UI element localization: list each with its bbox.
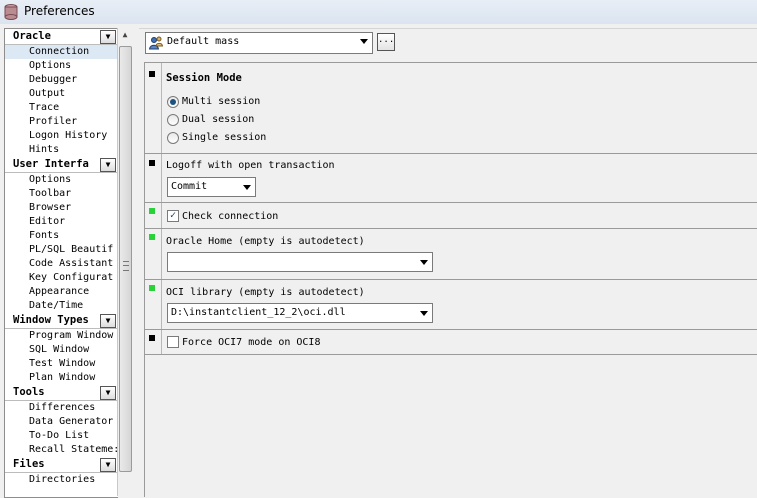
tree-group-files[interactable]: Files ▼ — [5, 457, 118, 473]
default-marker — [149, 335, 155, 341]
tree-item-plsql-beautifier[interactable]: PL/SQL Beautif — [5, 243, 118, 257]
section-body: ✓ Check connection — [161, 203, 757, 228]
section-body: Session Mode Multi session Dual session … — [161, 63, 757, 153]
tree-item-program-window[interactable]: Program Window — [5, 329, 118, 343]
chevron-down-icon[interactable] — [420, 311, 428, 316]
chevron-down-icon[interactable]: ▼ — [100, 158, 116, 172]
scrollbar-thumb[interactable] — [119, 46, 132, 472]
oracle-home-label: Oracle Home (empty is autodetect) — [166, 236, 365, 247]
window-title: Preferences — [24, 4, 95, 18]
oci-library-label: OCI library (empty is autodetect) — [166, 287, 365, 298]
section-oci-library: OCI library (empty is autodetect) D:\ins… — [145, 280, 757, 330]
tree-item-todo-list[interactable]: To-Do List — [5, 429, 118, 443]
modified-marker — [149, 208, 155, 214]
tree-group-label: Oracle — [13, 30, 51, 42]
oracle-home-select[interactable] — [167, 252, 433, 272]
tree-item-sql-window[interactable]: SQL Window — [5, 343, 118, 357]
tree-group-label: Files — [13, 458, 45, 470]
tree-item-debugger[interactable]: Debugger — [5, 73, 118, 87]
chevron-down-icon[interactable]: ▼ — [100, 30, 116, 44]
scroll-up-icon[interactable]: ▲ — [118, 30, 132, 42]
radio-multi-session-label[interactable]: Multi session — [182, 96, 260, 107]
tree-item-options[interactable]: Options — [5, 59, 118, 73]
logoff-label: Logoff with open transaction — [166, 160, 335, 171]
tree-item-toolbar[interactable]: Toolbar — [5, 187, 118, 201]
profile-select-value: Default mass — [167, 36, 240, 47]
oci-library-select[interactable]: D:\instantclient_12_2\oci.dll — [167, 303, 433, 323]
tree-group-tools[interactable]: Tools ▼ — [5, 385, 118, 401]
radio-dual-session-label[interactable]: Dual session — [182, 114, 254, 125]
section-body: Oracle Home (empty is autodetect) — [161, 229, 757, 279]
chevron-down-icon[interactable] — [243, 185, 251, 190]
chevron-down-icon[interactable]: ▼ — [100, 458, 116, 472]
tree-item-browser[interactable]: Browser — [5, 201, 118, 215]
section-body: Logoff with open transaction Commit — [161, 154, 757, 202]
tree-item-logon-history[interactable]: Logon History — [5, 129, 118, 143]
connection-settings-panel: Session Mode Multi session Dual session … — [144, 62, 757, 497]
tree-item-directories[interactable]: Directories — [5, 473, 118, 487]
section-body: OCI library (empty is autodetect) D:\ins… — [161, 280, 757, 329]
tree-group-user-interface[interactable]: User Interfa ▼ — [5, 157, 118, 173]
tree-item-date-time[interactable]: Date/Time — [5, 299, 118, 313]
grip-icon — [123, 261, 129, 271]
chevron-down-icon[interactable]: ▼ — [100, 386, 116, 400]
tree-item-hints[interactable]: Hints — [5, 143, 118, 157]
tree-item-key-configuration[interactable]: Key Configurat — [5, 271, 118, 285]
tree-group-oracle[interactable]: Oracle ▼ — [5, 29, 118, 45]
profile-more-button[interactable]: ... — [377, 33, 395, 51]
radio-single-session-label[interactable]: Single session — [182, 132, 266, 143]
tree-group-window-types[interactable]: Window Types ▼ — [5, 313, 118, 329]
tree-item-appearance[interactable]: Appearance — [5, 285, 118, 299]
tree-item-plan-window[interactable]: Plan Window — [5, 371, 118, 385]
section-check-connection: ✓ Check connection — [145, 203, 757, 229]
chevron-down-icon[interactable]: ▼ — [100, 314, 116, 328]
tree-item-profiler[interactable]: Profiler — [5, 115, 118, 129]
section-force-oci7: Force OCI7 mode on OCI8 — [145, 330, 757, 355]
force-oci7-checkbox[interactable] — [167, 336, 179, 348]
tree-item-editor[interactable]: Editor — [5, 215, 118, 229]
modified-marker — [149, 285, 155, 291]
default-marker — [149, 71, 155, 77]
chevron-down-icon[interactable] — [420, 260, 428, 265]
tree-item-code-assistant[interactable]: Code Assistant — [5, 257, 118, 271]
section-body: Force OCI7 mode on OCI8 — [161, 330, 757, 354]
tree-item-output[interactable]: Output — [5, 87, 118, 101]
tree-item-connection[interactable]: Connection — [5, 45, 118, 59]
tree-item-test-window[interactable]: Test Window — [5, 357, 118, 371]
tree-group-label: Tools — [13, 386, 45, 398]
tree-item-fonts[interactable]: Fonts — [5, 229, 118, 243]
check-connection-label[interactable]: Check connection — [182, 211, 278, 222]
tree-item-differences[interactable]: Differences — [5, 401, 118, 415]
tree-scrollbar[interactable]: ▲ — [117, 28, 132, 496]
modified-marker — [149, 234, 155, 240]
section-session-mode: Session Mode Multi session Dual session … — [145, 63, 757, 154]
section-logoff: Logoff with open transaction Commit — [145, 154, 757, 203]
tree-group-label: User Interfa — [13, 158, 89, 170]
oci-library-select-value: D:\instantclient_12_2\oci.dll — [171, 307, 346, 318]
users-icon — [148, 36, 164, 50]
force-oci7-label[interactable]: Force OCI7 mode on OCI8 — [182, 337, 320, 348]
tree-item-trace[interactable]: Trace — [5, 101, 118, 115]
chevron-down-icon[interactable] — [360, 39, 368, 44]
section-oracle-home: Oracle Home (empty is autodetect) — [145, 229, 757, 280]
preferences-tree: Oracle ▼ Connection Options Debugger Out… — [4, 28, 118, 498]
tree-item-data-generator[interactable]: Data Generator — [5, 415, 118, 429]
radio-multi-session[interactable] — [167, 96, 179, 108]
logoff-select-value: Commit — [171, 181, 208, 192]
radio-single-session[interactable] — [167, 132, 179, 144]
session-mode-heading: Session Mode — [166, 72, 242, 84]
tree-group-label: Window Types — [13, 314, 89, 326]
profile-select[interactable]: Default mass — [145, 32, 373, 54]
tree-item-recall-statement[interactable]: Recall Stateme: — [5, 443, 118, 457]
tree-item-ui-options[interactable]: Options — [5, 173, 118, 187]
radio-dual-session[interactable] — [167, 114, 179, 126]
title-bar: Preferences — [0, 0, 757, 24]
default-marker — [149, 160, 155, 166]
logoff-select[interactable]: Commit — [167, 177, 256, 197]
check-connection-checkbox[interactable]: ✓ — [167, 210, 179, 222]
preferences-app-icon — [4, 4, 18, 20]
